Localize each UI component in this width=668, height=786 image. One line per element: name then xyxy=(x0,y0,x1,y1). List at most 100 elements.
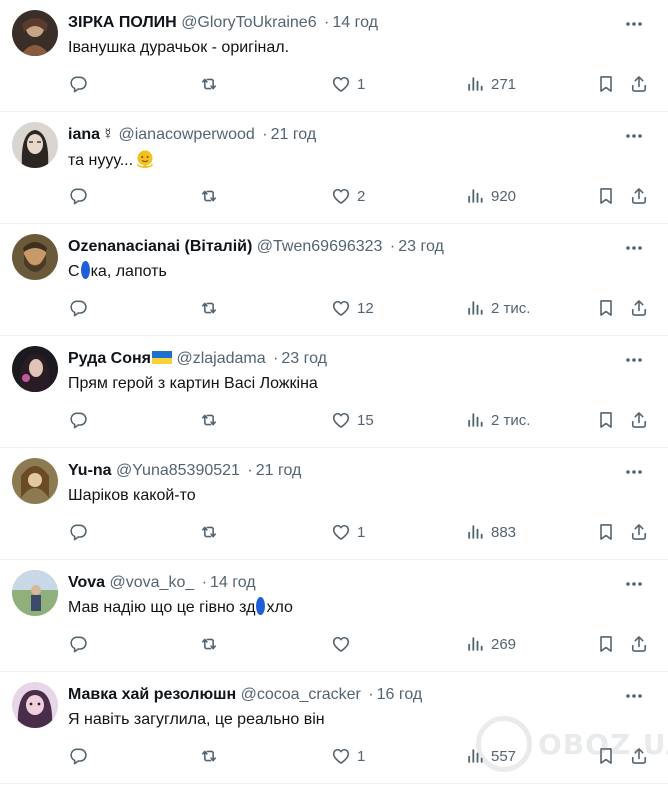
share-button[interactable] xyxy=(629,70,649,98)
action-bar: 269 xyxy=(0,630,668,658)
reply-post[interactable]: Мавка хай резолюшн @cocoa_cracker · 16 го… xyxy=(0,672,668,784)
share-button[interactable] xyxy=(629,518,649,546)
reply-button[interactable] xyxy=(68,406,94,434)
views-icon xyxy=(465,186,485,206)
bookmark-button[interactable] xyxy=(596,518,616,546)
bookmark-button[interactable] xyxy=(596,630,616,658)
more-options-icon[interactable] xyxy=(624,464,644,480)
view-count: 271 xyxy=(491,75,517,93)
retweet-button[interactable] xyxy=(199,742,225,770)
separator-dot: · xyxy=(324,14,330,31)
user-handle[interactable]: @Yuna85390521 xyxy=(116,462,240,479)
more-options-icon[interactable] xyxy=(624,240,644,256)
share-button[interactable] xyxy=(629,406,649,434)
display-name[interactable]: Ozenanacianai (Віталій) xyxy=(68,238,252,255)
display-name[interactable]: Vova xyxy=(68,574,105,591)
views-button[interactable]: 2 тис. xyxy=(465,406,530,434)
retweet-button[interactable] xyxy=(199,294,225,322)
reply-button[interactable] xyxy=(68,630,94,658)
like-button[interactable]: 12 xyxy=(331,294,374,322)
bookmark-button[interactable] xyxy=(596,294,616,322)
post-time[interactable]: 21 год xyxy=(256,462,302,479)
avatar[interactable] xyxy=(12,570,58,616)
user-handle[interactable]: @Twen69696323 xyxy=(257,238,383,255)
share-icon xyxy=(629,298,649,318)
more-options-icon[interactable] xyxy=(624,576,644,592)
share-icon xyxy=(629,522,649,542)
post-text: Я навіть загуглила, це реально він xyxy=(68,711,325,728)
display-name[interactable]: Руда Соня xyxy=(68,350,151,367)
reply-post[interactable]: Ozenanacianai (Віталій) @Twen69696323 · 2… xyxy=(0,224,668,336)
avatar[interactable] xyxy=(12,458,58,504)
more-options-icon[interactable] xyxy=(624,352,644,368)
share-button[interactable] xyxy=(629,294,649,322)
more-options-icon[interactable] xyxy=(624,688,644,704)
like-button[interactable] xyxy=(331,630,357,658)
avatar[interactable] xyxy=(12,122,58,168)
views-button[interactable]: 557 xyxy=(465,742,516,770)
avatar[interactable] xyxy=(12,682,58,728)
user-handle[interactable]: @ianacowperwood xyxy=(118,126,254,143)
bookmark-button[interactable] xyxy=(596,182,616,210)
share-button[interactable] xyxy=(629,630,649,658)
reply-post[interactable]: Yu-na @Yuna85390521 · 21 год Шаріков како… xyxy=(0,448,668,560)
like-count: 1 xyxy=(357,523,366,541)
bookmark-icon xyxy=(596,298,616,318)
like-button[interactable]: 2 xyxy=(331,182,365,210)
post-text: Шаріков какой-то xyxy=(68,487,196,504)
user-handle[interactable]: @zlajadama xyxy=(176,350,265,367)
user-handle[interactable]: @vova_ko_ xyxy=(110,574,195,591)
reply-post[interactable]: Vova @vova_ko_ · 14 год Мав надію що це г… xyxy=(0,560,668,672)
reply-post[interactable]: Руда Соня @zlajadama · 23 год Прям герой … xyxy=(0,336,668,448)
post-time[interactable]: 14 год xyxy=(332,14,378,31)
reply-icon xyxy=(68,410,88,430)
like-button[interactable]: 1 xyxy=(331,518,365,546)
reply-button[interactable] xyxy=(68,518,94,546)
avatar[interactable] xyxy=(12,346,58,392)
bookmark-button[interactable] xyxy=(596,70,616,98)
action-bar: 1 883 xyxy=(0,518,668,546)
post-time[interactable]: 14 год xyxy=(210,574,256,591)
reply-button[interactable] xyxy=(68,294,94,322)
bookmark-button[interactable] xyxy=(596,406,616,434)
post-header: Руда Соня @zlajadama · 23 год xyxy=(68,348,608,370)
retweet-button[interactable] xyxy=(199,406,225,434)
user-handle[interactable]: @cocoa_cracker xyxy=(241,686,361,703)
share-button[interactable] xyxy=(629,182,649,210)
display-name[interactable]: iana xyxy=(68,126,100,143)
bookmark-button[interactable] xyxy=(596,742,616,770)
retweet-button[interactable] xyxy=(199,182,225,210)
retweet-button[interactable] xyxy=(199,70,225,98)
post-time[interactable]: 23 год xyxy=(398,238,444,255)
views-button[interactable]: 2 тис. xyxy=(465,294,530,322)
retweet-button[interactable] xyxy=(199,630,225,658)
display-name[interactable]: Yu-na xyxy=(68,462,112,479)
reply-post[interactable]: ЗІРКА ПОЛИН @GloryToUkraine6 · 14 год Іва… xyxy=(0,0,668,112)
share-button[interactable] xyxy=(629,742,649,770)
user-handle[interactable]: @GloryToUkraine6 xyxy=(181,14,316,31)
views-button[interactable]: 883 xyxy=(465,518,516,546)
display-name[interactable]: ЗІРКА ПОЛИН xyxy=(68,14,177,31)
post-time[interactable]: 21 год xyxy=(271,126,317,143)
reply-post[interactable]: iana ☿ @ianacowperwood · 21 год та нууу...… xyxy=(0,112,668,224)
post-time[interactable]: 16 год xyxy=(377,686,423,703)
like-button[interactable]: 15 xyxy=(331,406,374,434)
more-options-icon[interactable] xyxy=(624,128,644,144)
post-time[interactable]: 23 год xyxy=(281,350,327,367)
like-button[interactable]: 1 xyxy=(331,742,365,770)
reply-button[interactable] xyxy=(68,182,94,210)
like-button[interactable]: 1 xyxy=(331,70,365,98)
like-count: 1 xyxy=(357,747,366,765)
avatar[interactable] xyxy=(12,10,58,56)
views-button[interactable]: 269 xyxy=(465,630,516,658)
display-name[interactable]: Мавка хай резолюшн xyxy=(68,686,236,703)
reply-button[interactable] xyxy=(68,742,94,770)
reply-button[interactable] xyxy=(68,70,94,98)
views-button[interactable]: 920 xyxy=(465,182,516,210)
bookmark-icon xyxy=(596,634,616,654)
views-button[interactable]: 271 xyxy=(465,70,516,98)
retweet-button[interactable] xyxy=(199,518,225,546)
more-options-icon[interactable] xyxy=(624,16,644,32)
avatar[interactable] xyxy=(12,234,58,280)
separator-dot: · xyxy=(201,574,208,591)
